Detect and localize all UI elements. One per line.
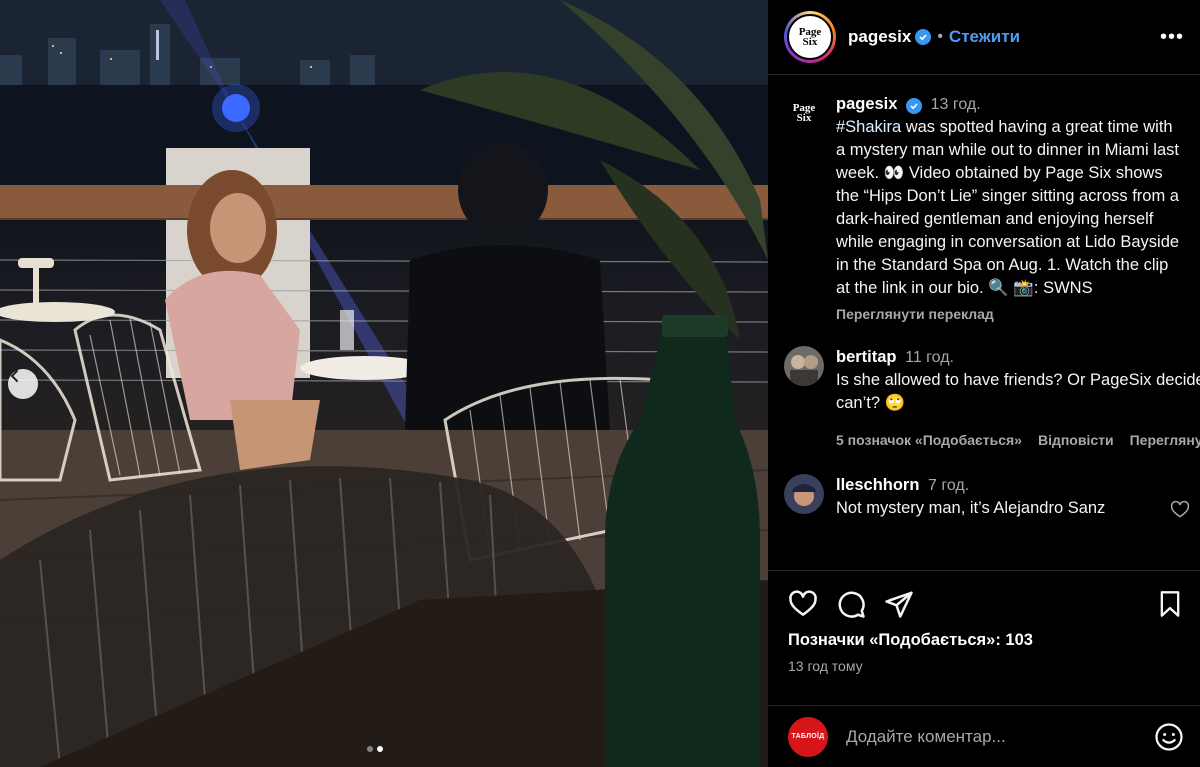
comment-username[interactable]: lleschhorn bbox=[836, 476, 919, 494]
follow-button[interactable]: Стежити bbox=[949, 27, 1020, 47]
comment-time: 7 год. bbox=[928, 477, 970, 494]
carousel-dot bbox=[367, 746, 373, 752]
add-comment-bar: ТАБЛОЇД bbox=[768, 705, 1200, 767]
caption-body: pagesix 13 год. #Shakira was spotted hav… bbox=[836, 93, 1184, 326]
caption-username[interactable]: pagesix bbox=[836, 95, 897, 113]
share-icon[interactable] bbox=[884, 589, 914, 619]
commenter-avatar[interactable] bbox=[784, 474, 824, 514]
post-actions: Позначки «Подобається»: 103 13 год тому bbox=[768, 570, 1200, 674]
comment-icon[interactable] bbox=[836, 589, 866, 619]
verified-icon bbox=[915, 29, 932, 45]
see-translation-link[interactable]: Переглянути переклад bbox=[836, 303, 1184, 326]
emoji-icon[interactable] bbox=[1154, 722, 1184, 752]
pagesix-logo: Page Six bbox=[787, 14, 833, 60]
logo-text-line2: Six bbox=[796, 112, 812, 124]
bookmark-icon[interactable] bbox=[1156, 590, 1184, 618]
comment-time: 11 год. bbox=[905, 349, 954, 366]
comment-meta: 5 позначок «Подобається» Відповісти Пере… bbox=[836, 429, 1200, 452]
comment-item: lleschhorn 7 год. Not mystery man, it’s … bbox=[784, 474, 1190, 520]
caption-avatar[interactable]: Page Six bbox=[784, 93, 824, 133]
comment-username[interactable]: bertitap bbox=[836, 348, 897, 366]
carousel-dots bbox=[367, 746, 383, 752]
photo-illustration bbox=[0, 0, 768, 767]
caption-time[interactable]: 13 год. bbox=[931, 96, 981, 113]
reply-button[interactable]: Відповісти bbox=[1038, 429, 1114, 452]
current-user-avatar: ТАБЛОЇД bbox=[788, 716, 828, 757]
comment-input[interactable] bbox=[846, 726, 1154, 747]
separator-dot: • bbox=[937, 28, 943, 45]
logo-text-line2: Six bbox=[802, 36, 818, 48]
comments-section[interactable]: Page Six pagesix 13 год. #Shakira was sp… bbox=[768, 75, 1200, 571]
comment-text: Not mystery man, it’s Alejandro Sanz bbox=[836, 499, 1106, 517]
commenter-avatar[interactable] bbox=[784, 346, 824, 386]
chevron-left-icon bbox=[10, 370, 18, 382]
post-header: Page Six pagesix • Стежити ••• bbox=[768, 0, 1200, 75]
comment-item: bertitap 11 год. Is she allowed to have … bbox=[784, 346, 1200, 452]
account-username[interactable]: pagesix bbox=[848, 27, 911, 47]
verified-icon bbox=[906, 98, 923, 114]
comment-translate-link[interactable]: Переглянути переклад bbox=[1130, 429, 1200, 452]
caption-text: was spotted having a great time with a m… bbox=[836, 118, 1180, 297]
post-photo[interactable] bbox=[0, 0, 768, 767]
heart-icon[interactable] bbox=[788, 589, 818, 619]
comment-like-icon[interactable] bbox=[1170, 500, 1190, 527]
carousel-dot-active bbox=[377, 746, 383, 752]
likes-count[interactable]: Позначки «Подобається»: 103 bbox=[788, 631, 1184, 650]
action-icons bbox=[788, 589, 1184, 619]
hashtag-link[interactable]: #Shakira bbox=[836, 118, 901, 136]
more-icon[interactable]: ••• bbox=[1160, 26, 1184, 49]
comment-body: lleschhorn 7 год. Not mystery man, it’s … bbox=[836, 474, 1190, 520]
account-avatar[interactable]: Page Six bbox=[784, 11, 836, 63]
post-side-panel: Page Six pagesix • Стежити ••• Page Six … bbox=[768, 0, 1200, 767]
post-timestamp[interactable]: 13 год тому bbox=[788, 658, 1184, 674]
comment-likes[interactable]: 5 позначок «Подобається» bbox=[836, 429, 1022, 452]
carousel-prev-button[interactable] bbox=[8, 369, 38, 399]
caption-row: Page Six pagesix 13 год. #Shakira was sp… bbox=[784, 93, 1184, 326]
comment-text: Is she allowed to have friends? Or PageS… bbox=[836, 371, 1200, 412]
comment-body: bertitap 11 год. Is she allowed to have … bbox=[836, 346, 1200, 452]
